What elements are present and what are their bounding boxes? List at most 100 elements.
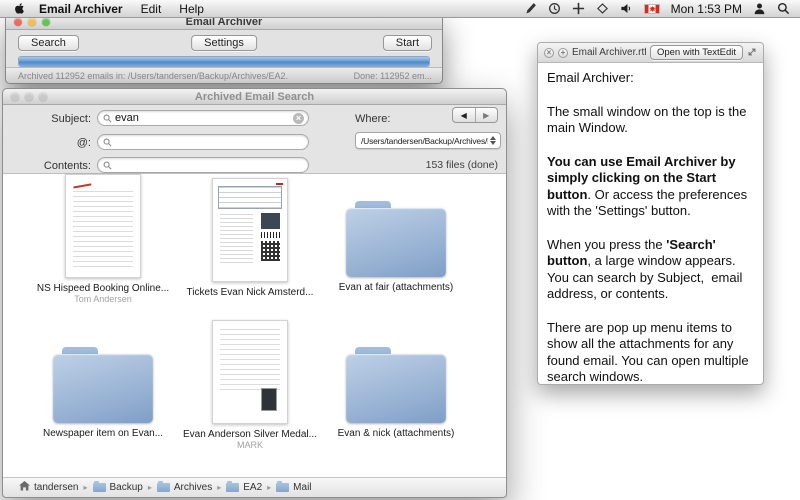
where-label: Where: (355, 113, 390, 125)
status-text-left: Archived 112952 emails in: /Users/tander… (18, 71, 288, 81)
canada-flag-icon[interactable] (644, 4, 660, 14)
status-text-right: Done: 112952 em... (354, 71, 432, 81)
zoom-button[interactable] (39, 93, 47, 101)
paragraph: Email Archiver: (547, 70, 754, 87)
path-separator-icon: ▸ (83, 483, 87, 492)
magnifier-icon (103, 138, 112, 147)
menu-help[interactable]: Help (179, 2, 204, 16)
where-popup[interactable]: /Users/tandersen/Backup/Archives/EA2/Mai… (355, 132, 501, 149)
search-button[interactable]: Search (18, 35, 79, 51)
where-popup-value: /Users/tandersen/Backup/Archives/EA2/Mai… (361, 136, 488, 146)
quicklook-title: Email Archiver.rtf (572, 47, 646, 58)
paragraph: The small window on the top is the main … (547, 104, 754, 137)
archived-email-search-window: Archived Email Search Subject: evan × @:… (2, 88, 507, 498)
minimize-button[interactable] (25, 93, 33, 101)
file-item[interactable]: Tickets Evan Nick Amsterd... (175, 178, 325, 304)
start-button[interactable]: Start (383, 35, 432, 51)
app-menus: Email Archiver Edit Help (39, 2, 204, 16)
subject-search-field[interactable]: evan × (97, 110, 309, 126)
spotlight-icon[interactable] (777, 2, 790, 15)
path-separator-icon: ▸ (217, 483, 221, 492)
email-archiver-window: Email Archiver Search Settings Start Arc… (5, 13, 443, 84)
folder-icon (276, 483, 289, 492)
file-item-label: Tickets Evan Nick Amsterd... (187, 287, 314, 298)
document-icon (65, 174, 141, 278)
menu-bar-clock[interactable]: Mon 1:53 PM (671, 2, 742, 16)
quicklook-titlebar[interactable]: × + Email Archiver.rtf Open with TextEdi… (538, 43, 763, 63)
minimize-button[interactable] (28, 18, 36, 26)
file-item[interactable]: Evan at fair (attachments) (321, 178, 471, 304)
volume-icon[interactable] (620, 2, 633, 15)
file-item-label: NS Hispeed Booking Online... (37, 283, 169, 294)
file-item-label: Evan Anderson Silver Medal... (183, 429, 317, 440)
folder-icon (53, 324, 153, 423)
menu-email-archiver[interactable]: Email Archiver (39, 2, 123, 16)
path-item-archives[interactable]: Archives (157, 482, 212, 493)
magnifier-icon (103, 161, 112, 170)
file-item[interactable]: Evan & nick (attachments) (321, 324, 471, 450)
folder-icon (93, 483, 106, 492)
close-icon[interactable]: × (544, 48, 554, 58)
zoom-icon[interactable]: + (558, 48, 568, 58)
menu-edit[interactable]: Edit (141, 2, 162, 16)
file-item-label: Evan at fair (attachments) (339, 282, 454, 293)
progress-bar (18, 56, 430, 67)
shape-icon[interactable] (596, 2, 609, 15)
document-icon (212, 320, 288, 424)
forward-button[interactable]: ▶ (476, 108, 498, 122)
fullscreen-icon[interactable] (747, 44, 757, 62)
window-controls (11, 93, 47, 101)
contents-search-field[interactable] (97, 157, 309, 173)
pen-icon[interactable] (524, 2, 537, 15)
document-icon (212, 178, 288, 282)
path-item-tandersen[interactable]: tandersen (19, 481, 78, 494)
address-search-field[interactable] (97, 134, 309, 150)
close-button[interactable] (14, 18, 22, 26)
search-window-titlebar[interactable]: Archived Email Search (3, 89, 506, 105)
user-icon[interactable] (753, 2, 766, 15)
subject-search-value: evan (115, 112, 293, 124)
file-browser: NS Hispeed Booking Online...Tom Andersen… (3, 173, 506, 477)
progress-fill (19, 57, 429, 66)
file-item-label: Newspaper item on Evan... (43, 428, 163, 439)
close-button[interactable] (11, 93, 19, 101)
address-label: @: (7, 137, 91, 149)
file-count: 153 files (done) (426, 159, 498, 171)
clear-search-icon[interactable]: × (293, 113, 304, 124)
search-controls: Subject: evan × @: Contents: Where: /Use… (3, 105, 506, 173)
menu-bar: Email Archiver Edit Help Mon 1:53 PM (0, 0, 800, 18)
path-item-backup[interactable]: Backup (93, 482, 143, 493)
menu-bar-status-area: Mon 1:53 PM (524, 2, 800, 16)
settings-button[interactable]: Settings (191, 35, 257, 51)
paragraph: You can use Email Archiver by simply cli… (547, 154, 754, 220)
path-separator-icon: ▸ (148, 483, 152, 492)
file-item[interactable]: NS Hispeed Booking Online...Tom Andersen (28, 178, 178, 304)
file-item[interactable]: Newspaper item on Evan... (28, 324, 178, 450)
popup-stepper-icon (490, 136, 496, 145)
path-item-ea2[interactable]: EA2 (226, 482, 262, 493)
window-controls (14, 18, 50, 26)
folder-icon (226, 483, 239, 492)
back-button[interactable]: ◀ (453, 108, 476, 122)
folder-icon (157, 483, 170, 492)
move-icon[interactable] (572, 2, 585, 15)
file-item-sublabel: MARK (237, 440, 263, 450)
open-with-textedit-button[interactable]: Open with TextEdit (650, 45, 743, 60)
home-icon (19, 481, 30, 494)
file-item-label: Evan & nick (attachments) (338, 428, 455, 439)
file-item-sublabel: Tom Andersen (74, 294, 132, 304)
zoom-button[interactable] (42, 18, 50, 26)
status-bar: Archived 112952 emails in: /Users/tander… (6, 67, 442, 83)
path-item-mail[interactable]: Mail (276, 482, 311, 493)
folder-icon (346, 324, 446, 423)
path-bar: tandersen ▸ Backup ▸ Archives ▸ EA2 ▸ Mail (3, 477, 506, 497)
apple-menu-icon[interactable] (14, 2, 25, 15)
subject-label: Subject: (7, 113, 91, 125)
magnifier-icon (103, 114, 112, 123)
window-title: Archived Email Search (3, 91, 506, 103)
history-nav-control: ◀ ▶ (452, 107, 498, 123)
timemachine-icon[interactable] (548, 2, 561, 15)
contents-label: Contents: (7, 160, 91, 172)
path-separator-icon: ▸ (267, 483, 271, 492)
file-item[interactable]: Evan Anderson Silver Medal...MARK (175, 324, 325, 450)
